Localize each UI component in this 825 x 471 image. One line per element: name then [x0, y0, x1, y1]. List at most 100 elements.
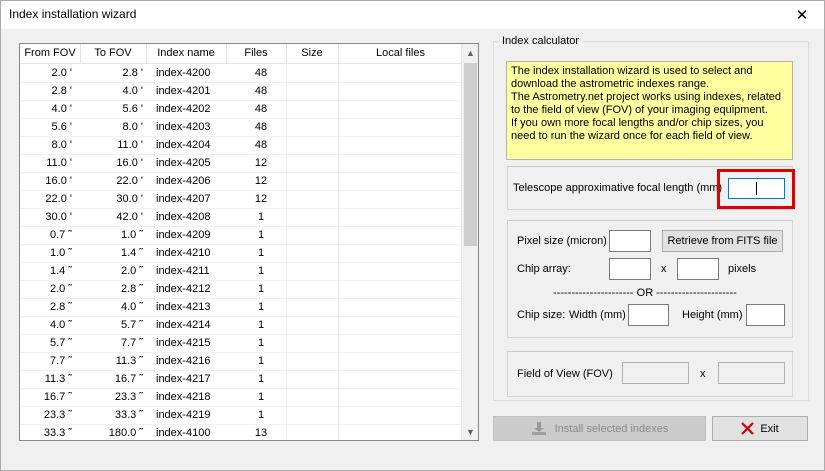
header-index-name[interactable]: Index name: [146, 47, 226, 59]
index-name-cell: index-4206: [156, 175, 211, 187]
install-selected-button[interactable]: Install selected indexes: [493, 416, 706, 441]
files-cell: 12: [254, 193, 268, 205]
info-line: to the field of view (FOV) of your imagi…: [511, 104, 768, 116]
chip-width-input[interactable]: [628, 304, 669, 326]
table-row[interactable]: 16.0 ' 22.0 ' index-4206 12: [20, 173, 463, 191]
files-cell: 1: [257, 373, 265, 385]
table-scrollbar[interactable]: ▲ ▼: [461, 44, 478, 440]
to-fov-cell: 5.6 ': [122, 103, 143, 115]
index-name-cell: index-4215: [156, 337, 211, 349]
table-row[interactable]: 2.8 ' 4.0 ' index-4201 48: [20, 83, 463, 101]
index-wizard-window: Index installation wizard ✕ From FOV To …: [0, 0, 825, 471]
from-fov-cell: 11.3 ˜: [44, 373, 72, 385]
index-name-cell: index-4219: [156, 409, 211, 421]
header-local-files[interactable]: Local files: [338, 47, 463, 59]
exit-button[interactable]: Exit: [712, 416, 808, 441]
chip-array-label: Chip array:: [517, 263, 571, 275]
pixel-size-label: Pixel size (micron): [517, 235, 607, 247]
header-size[interactable]: Size: [286, 47, 338, 59]
table-row[interactable]: 23.3 ˜ 33.3 ˜ index-4219 1: [20, 407, 463, 425]
header-files[interactable]: Files: [226, 47, 286, 59]
table-row[interactable]: 16.7 ˜ 23.3 ˜ index-4218 1: [20, 389, 463, 407]
exit-label: Exit: [760, 422, 779, 435]
info-line: download the astrometric indexes range.: [511, 78, 710, 90]
files-cell: 1: [257, 355, 265, 367]
index-name-cell: index-4211: [156, 265, 210, 277]
files-cell: 48: [254, 67, 268, 79]
title-bar: Index installation wizard ✕: [1, 1, 824, 29]
files-cell: 48: [254, 139, 268, 151]
table-row[interactable]: 1.0 ˜ 1.4 ˜ index-4210 1: [20, 245, 463, 263]
index-name-cell: index-4214: [156, 319, 211, 331]
files-cell: 12: [254, 175, 268, 187]
table-row[interactable]: 7.7 ˜ 11.3 ˜ index-4216 1: [20, 353, 463, 371]
table-row[interactable]: 4.0 ˜ 5.7 ˜ index-4214 1: [20, 317, 463, 335]
files-cell: 1: [257, 211, 265, 223]
chip-array-height-input[interactable]: [677, 258, 719, 280]
table-row[interactable]: 30.0 ' 42.0 ' index-4208 1: [20, 209, 463, 227]
to-fov-cell: 30.0 ': [116, 193, 143, 205]
from-fov-cell: 1.4 ˜: [49, 265, 72, 277]
index-name-cell: index-4208: [156, 211, 211, 223]
files-cell: 13: [254, 427, 268, 439]
exit-x-icon: [741, 422, 755, 435]
retrieve-from-fits-button[interactable]: Retrieve from FITS file: [662, 230, 783, 252]
table-row[interactable]: 2.0 ' 2.8 ' index-4200 48: [20, 65, 463, 83]
index-name-cell: index-4218: [156, 391, 211, 403]
files-cell: 48: [254, 85, 268, 97]
fov-height-output: [718, 362, 785, 384]
from-fov-cell: 16.7 ˜: [43, 391, 72, 403]
scrollbar-thumb[interactable]: [464, 63, 477, 246]
focal-length-label: Telescope approximative focal length (mm…: [513, 182, 723, 194]
table-row[interactable]: 2.8 ˜ 4.0 ˜ index-4213 1: [20, 299, 463, 317]
from-fov-cell: 7.7 ˜: [49, 355, 72, 367]
to-fov-cell: 22.0 ': [116, 175, 143, 187]
info-line: need to run the wizard once for each fie…: [511, 130, 753, 142]
table-row[interactable]: 4.0 ' 5.6 ' index-4202 48: [20, 101, 463, 119]
chip-height-input[interactable]: [746, 304, 785, 326]
from-fov-cell: 1.0 ˜: [49, 247, 72, 259]
table-row[interactable]: 5.7 ˜ 7.7 ˜ index-4215 1: [20, 335, 463, 353]
table-row[interactable]: 11.3 ˜ 16.7 ˜ index-4217 1: [20, 371, 463, 389]
from-fov-cell: 5.6 ': [51, 121, 72, 133]
table-row[interactable]: 8.0 ' 11.0 ' index-4204 48: [20, 137, 463, 155]
index-name-cell: index-4203: [156, 121, 211, 133]
from-fov-cell: 33.3 ˜: [43, 427, 72, 439]
chip-array-x: x: [661, 263, 667, 275]
table-row[interactable]: 5.6 ' 8.0 ' index-4203 48: [20, 119, 463, 137]
from-fov-cell: 2.0 ˜: [49, 283, 72, 295]
chip-array-width-input[interactable]: [609, 258, 651, 280]
header-from-fov[interactable]: From FOV: [22, 47, 78, 59]
index-name-cell: index-4216: [156, 355, 211, 367]
chip-width-label: Width (mm): [569, 309, 626, 321]
table-row[interactable]: 0.7 ˜ 1.0 ˜ index-4209 1: [20, 227, 463, 245]
from-fov-cell: 2.8 ˜: [49, 301, 72, 313]
header-to-fov[interactable]: To FOV: [80, 47, 146, 59]
table-row[interactable]: 33.3 ˜ 180.0 ˜ index-4100 13: [20, 425, 463, 440]
to-fov-cell: 1.4 ˜: [120, 247, 143, 259]
to-fov-cell: 16.7 ˜: [114, 373, 143, 385]
table-row[interactable]: 1.4 ˜ 2.0 ˜ index-4211 1: [20, 263, 463, 281]
table-row[interactable]: 22.0 ' 30.0 ' index-4207 12: [20, 191, 463, 209]
scroll-up-icon[interactable]: ▲: [462, 44, 478, 61]
focal-length-input[interactable]: [728, 178, 785, 199]
install-label: Install selected indexes: [554, 422, 669, 435]
table-row[interactable]: 11.0 ' 16.0 ' index-4205 12: [20, 155, 463, 173]
from-fov-cell: 4.0 ': [51, 103, 72, 115]
to-fov-cell: 11.0 ': [117, 139, 143, 151]
index-name-cell: index-4205: [156, 157, 211, 169]
or-separator: ---------------------- OR --------------…: [553, 287, 737, 299]
table-row[interactable]: 2.0 ˜ 2.8 ˜ index-4212 1: [20, 281, 463, 299]
index-table[interactable]: From FOV To FOV Index name Files Size Lo…: [19, 43, 479, 441]
files-cell: 48: [254, 121, 268, 133]
table-body: 2.0 ' 2.8 ' index-4200 48 2.8 ' 4.0 ' index-42…: [20, 65, 463, 440]
close-icon[interactable]: ✕: [780, 1, 824, 29]
files-cell: 1: [257, 301, 265, 313]
scroll-down-icon[interactable]: ▼: [462, 423, 478, 440]
from-fov-cell: 2.8 ': [51, 85, 72, 97]
index-name-cell: index-4204: [156, 139, 211, 151]
files-cell: 1: [257, 247, 265, 259]
files-cell: 12: [254, 157, 268, 169]
pixel-size-input[interactable]: [609, 230, 651, 252]
index-name-cell: index-4207: [156, 193, 211, 205]
